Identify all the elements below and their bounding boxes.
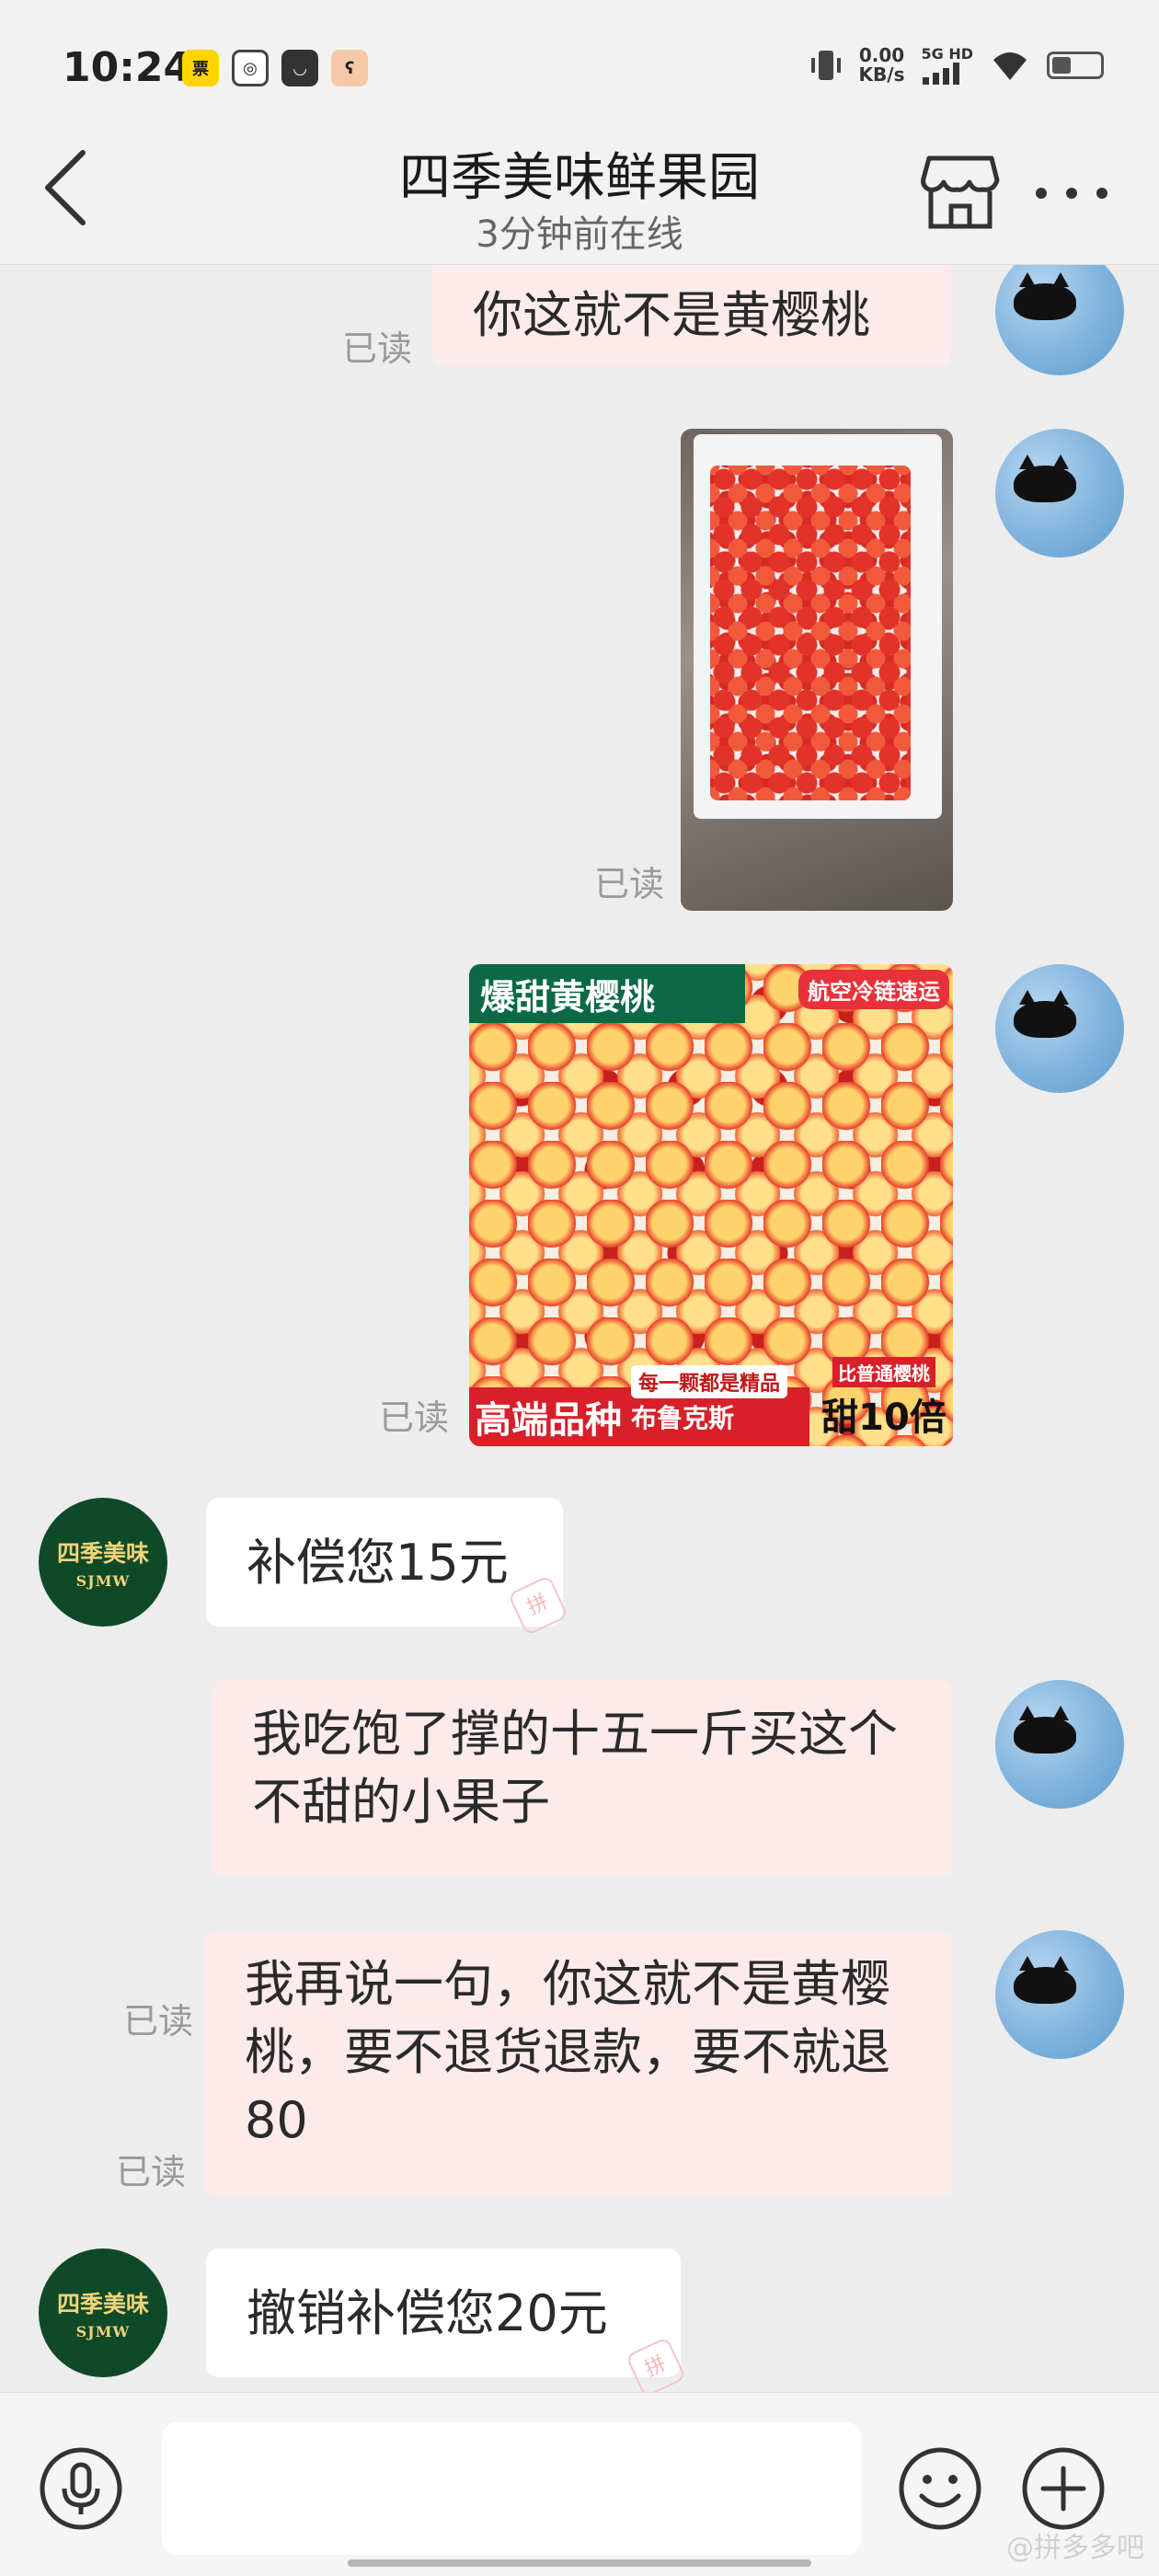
cat-silhouette	[1014, 272, 1076, 320]
microphone-icon[interactable]	[39, 2446, 123, 2531]
cat-silhouette	[1014, 1956, 1076, 2004]
read-receipt: 已读	[116, 2152, 187, 2192]
status-app-icons: 票 ◎ ◡ ʕ	[182, 50, 368, 86]
cat-ear-left	[1019, 1706, 1036, 1720]
red-cherries-image	[710, 466, 911, 800]
cat-ear-right	[1052, 272, 1069, 287]
cat-ear-right	[1052, 1706, 1069, 1720]
shopping-bag-app-icon: ◡	[281, 50, 318, 86]
bear-app-icon: ʕ	[331, 50, 368, 86]
cat-ear-left	[1019, 272, 1036, 287]
ad-sweetness-value: 甜10倍	[821, 1397, 947, 1439]
cat-ear-left	[1019, 1956, 1036, 1971]
signal-bars-icon	[923, 63, 960, 85]
user-avatar[interactable]	[995, 1680, 1124, 1809]
cat-silhouette	[1014, 1706, 1076, 1754]
network-speed: 0.00 KB/s	[859, 46, 905, 85]
chat-header: 四季美味鲜果园 3分钟前在线	[0, 120, 1159, 265]
ad-shipping-tag: 航空冷链速运	[798, 970, 949, 1009]
battery-icon	[1047, 52, 1104, 79]
read-receipt: 已读	[123, 2001, 194, 2041]
network-type-label: 5G HD	[921, 45, 973, 63]
message-list[interactable]: 已读 你这就不是黄樱桃 已读 已读 爆甜黄樱桃 航空冷链速运 高端品种 布鲁克斯…	[0, 265, 1159, 2392]
read-receipt: 已读	[379, 1397, 450, 1438]
cat-ear-right	[1052, 990, 1069, 1005]
cherry-photo-message[interactable]	[681, 429, 953, 911]
message-input[interactable]	[162, 2422, 861, 2555]
cellular-signal: 5G HD	[921, 46, 973, 85]
message-bubble-outgoing[interactable]: 我再说一句，你这就不是黄樱桃，要不退货退款，要不就退80	[204, 1930, 953, 2197]
user-avatar[interactable]	[995, 964, 1124, 1093]
cat-ear-right	[1052, 454, 1069, 469]
home-indicator[interactable]	[348, 2559, 811, 2567]
plus-icon[interactable]	[1021, 2446, 1106, 2531]
cat-ear-left	[1019, 454, 1036, 469]
read-receipt: 已读	[594, 864, 665, 904]
ad-variety-label: 高端品种	[475, 1399, 622, 1442]
cat-silhouette	[1014, 454, 1076, 502]
emoji-icon[interactable]	[898, 2446, 982, 2531]
message-bubble-outgoing[interactable]: 我吃饱了撑的十五一斤买这个不甜的小果子	[212, 1680, 953, 1877]
wifi-icon	[993, 52, 1027, 80]
message-text: 撤销补偿您20元	[247, 2284, 608, 2342]
network-speed-unit: KB/s	[858, 63, 905, 86]
user-avatar[interactable]	[995, 265, 1124, 375]
shop-avatar[interactable]: 四季美味 SJMW	[39, 1498, 167, 1627]
user-avatar[interactable]	[995, 429, 1124, 558]
ad-sweetness-label: 比普通樱桃 甜10倍	[815, 1354, 953, 1446]
cat-silhouette	[1014, 990, 1076, 1038]
ad-variety-name: 布鲁克斯	[631, 1403, 735, 1433]
ad-quality-badge: 每一颗都是精品	[631, 1365, 788, 1398]
network-speed-value: 0.00	[858, 44, 905, 66]
ad-sweetness-caption: 比普通樱桃	[832, 1357, 935, 1387]
shop-avatar-abbr: SJMW	[75, 2322, 131, 2340]
pinduoduo-stamp: 拼	[507, 1574, 569, 1637]
status-time: 10:24	[63, 44, 192, 91]
ticket-app-icon: 票	[182, 50, 219, 86]
status-bar: 10:24 票 ◎ ◡ ʕ 0.00 KB/s 5G HD	[0, 0, 1159, 138]
read-receipt: 已读	[342, 328, 413, 369]
cat-ear-right	[1052, 1956, 1069, 1971]
more-options-icon[interactable]	[1030, 175, 1113, 212]
shop-avatar-name: 四季美味	[56, 1539, 149, 1567]
message-bubble-incoming[interactable]: 撤销补偿您20元 拼	[206, 2248, 687, 2392]
corner-watermark: @拼多多吧	[1006, 2532, 1144, 2564]
cat-ear-left	[1019, 990, 1036, 1005]
ad-title: 爆甜黄樱桃	[469, 964, 745, 1023]
shop-avatar-name: 四季美味	[56, 2290, 149, 2317]
store-icon[interactable]	[920, 153, 1001, 230]
status-indicators: 0.00 KB/s 5G HD	[809, 46, 1104, 85]
shop-avatar[interactable]: 四季美味 SJMW	[39, 2248, 167, 2377]
shop-avatar-abbr: SJMW	[75, 1571, 131, 1590]
message-text: 补偿您15元	[247, 1534, 509, 1592]
battery-level-fill	[1052, 57, 1071, 74]
vibrate-icon	[810, 51, 841, 80]
chat-input-bar	[0, 2392, 1159, 2576]
user-avatar[interactable]	[995, 1930, 1124, 2059]
message-bubble-outgoing[interactable]: 你这就不是黄樱桃	[432, 265, 951, 366]
message-bubble-incoming[interactable]: 补偿您15元 拼	[206, 1498, 569, 1637]
product-ad-image-message[interactable]: 爆甜黄樱桃 航空冷链速运 高端品种 布鲁克斯 每一颗都是精品 比普通樱桃 甜10…	[469, 964, 953, 1446]
pinduoduo-stamp: 拼	[625, 2336, 687, 2392]
camera-app-icon: ◎	[232, 50, 269, 86]
